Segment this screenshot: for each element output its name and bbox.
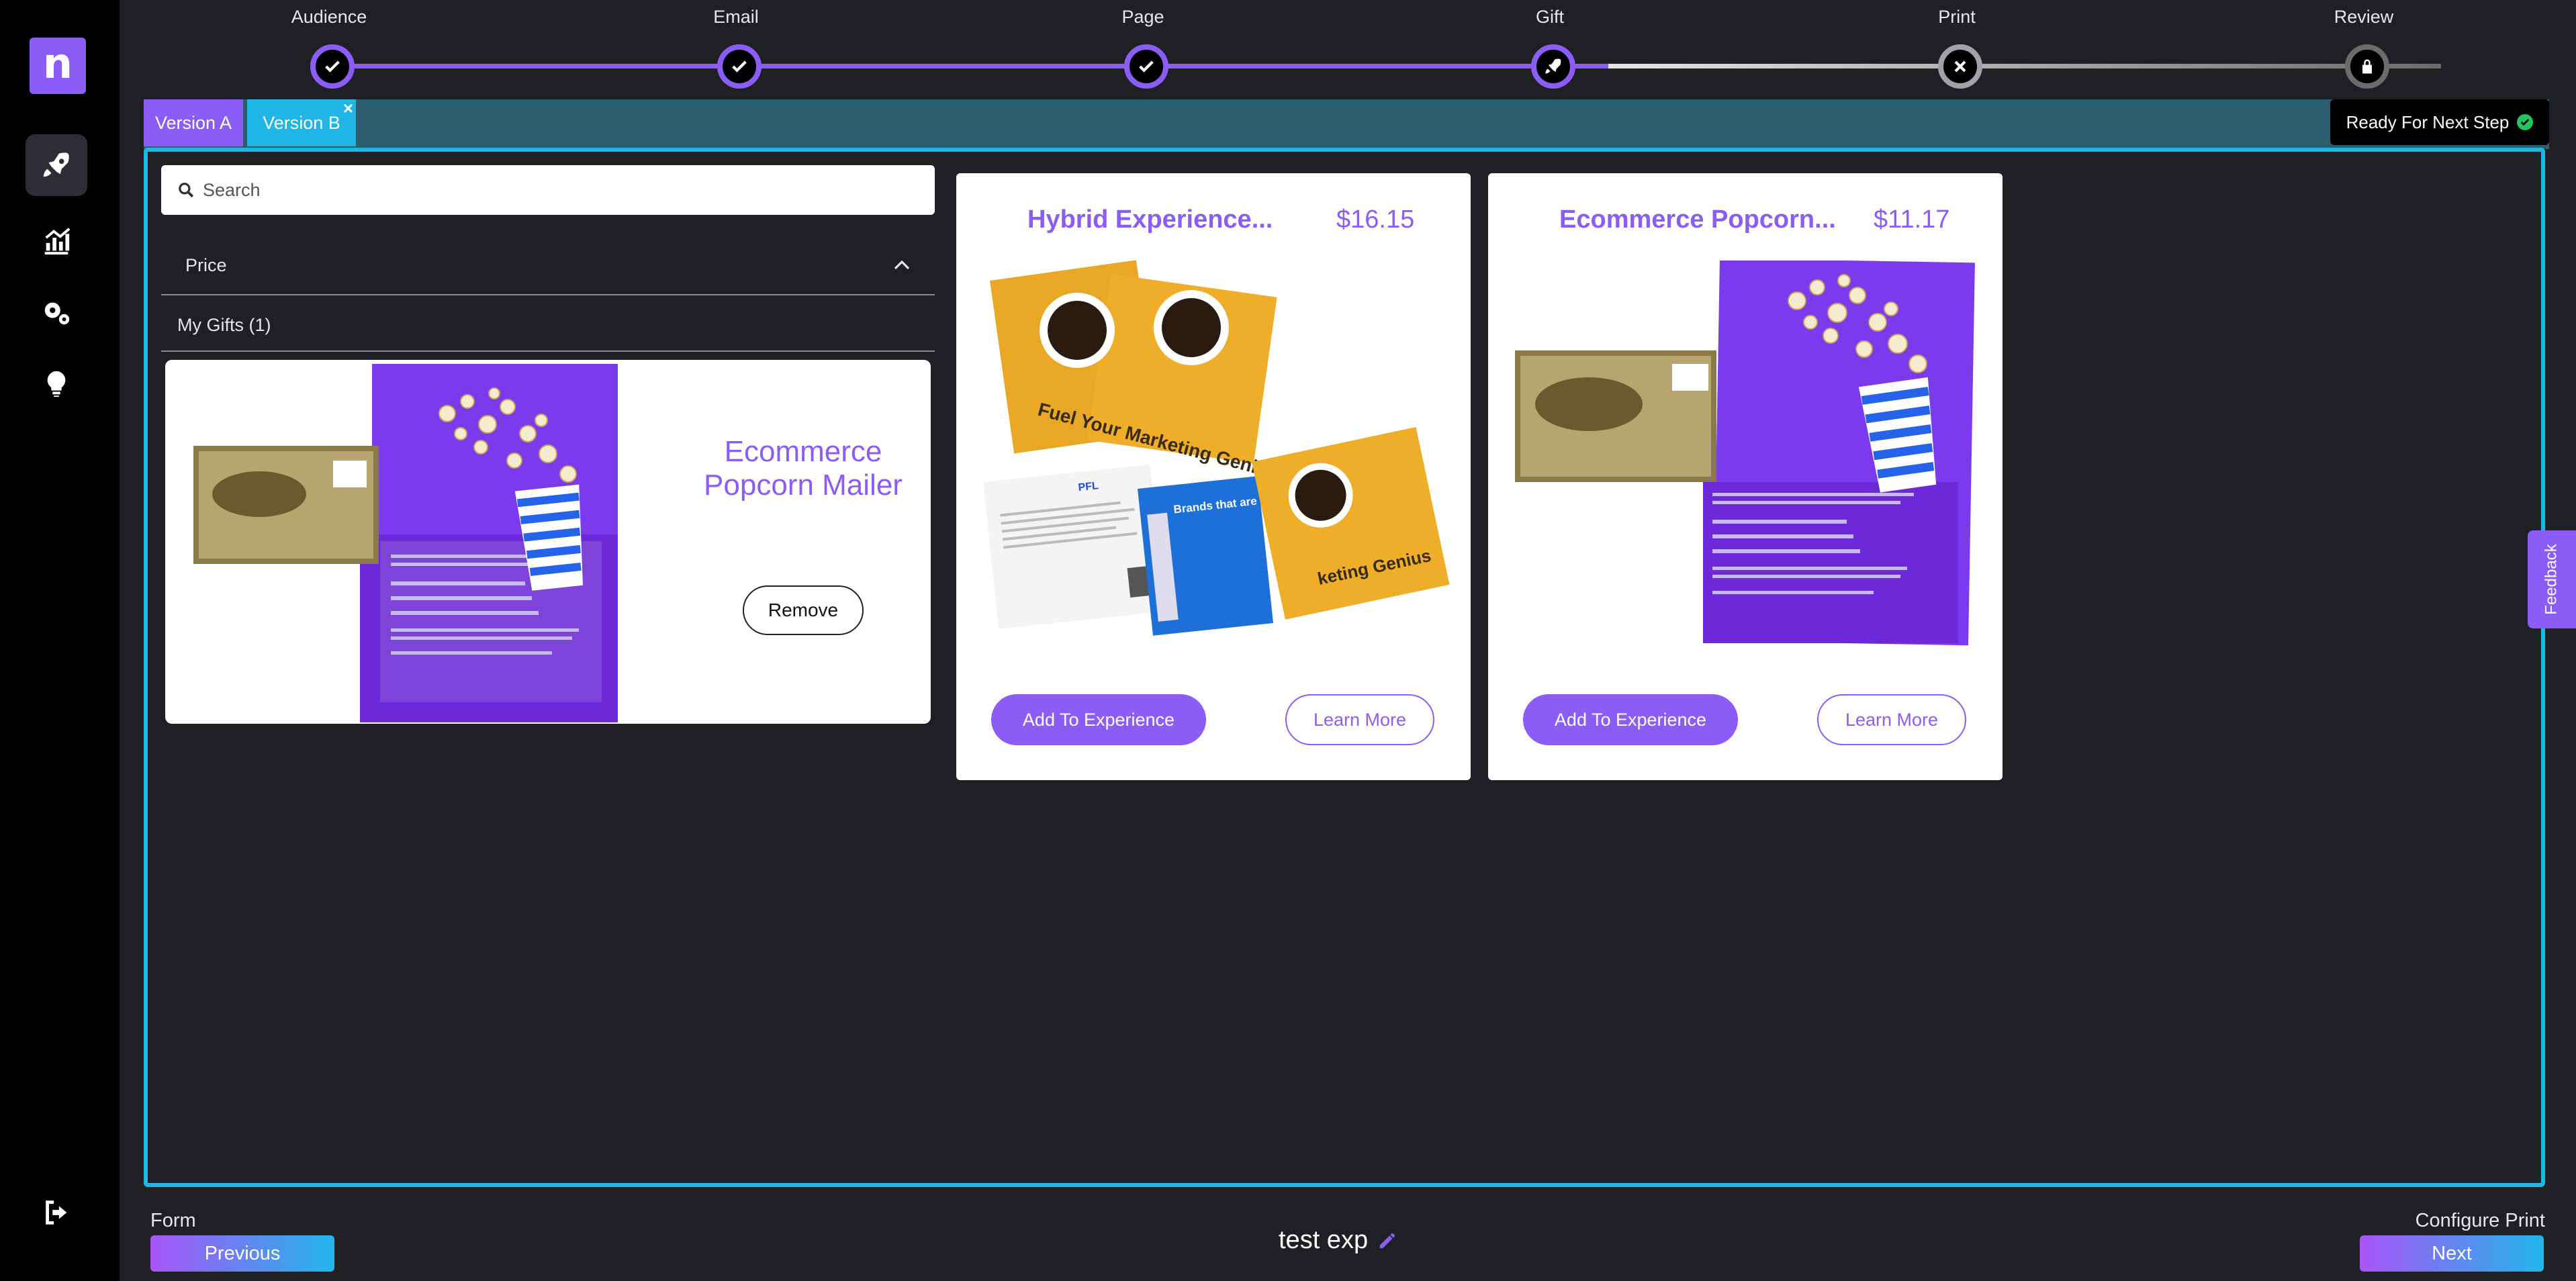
settings-icon: [44, 302, 70, 325]
selected-gift-card: Ecommerce Popcorn Mailer Remove: [165, 360, 931, 724]
sidebar-item-campaigns[interactable]: [26, 134, 87, 196]
check-circle-icon: [2517, 114, 2534, 130]
step-label-page: Page: [1121, 7, 1164, 27]
learn-more-button[interactable]: Learn More: [1817, 694, 1966, 745]
next-button[interactable]: Next: [2360, 1235, 2544, 1272]
sidebar-item-settings[interactable]: [26, 282, 87, 344]
hybrid-experience-image: Fuel Your Marketing Genius PFL Brands th…: [983, 260, 1450, 636]
tab-version-b[interactable]: Version B ×: [247, 99, 356, 146]
status-badge: Ready For Next Step: [2330, 99, 2549, 145]
step-line-complete: [332, 64, 1608, 68]
step-page[interactable]: [1124, 44, 1168, 89]
feedback-label: Feedback: [2542, 544, 2561, 615]
sidebar-item-ideas[interactable]: [26, 353, 87, 415]
step-email[interactable]: [717, 44, 762, 89]
check-icon: [1139, 60, 1154, 73]
tab-version-a[interactable]: Version A: [144, 99, 243, 146]
analytics-icon: [44, 228, 71, 255]
close-icon: [1954, 60, 1966, 73]
lock-icon: [2362, 59, 2372, 74]
step-label-gift: Gift: [1535, 7, 1564, 27]
popcorn-mailer-image: [1515, 260, 1975, 646]
add-to-experience-button[interactable]: Add To Experience: [991, 694, 1206, 745]
step-review[interactable]: [2345, 44, 2389, 89]
rocket-icon: [43, 152, 69, 177]
app-logo[interactable]: n: [30, 38, 86, 94]
selected-gift-title: Ecommerce Popcorn Mailer: [704, 435, 903, 502]
previous-button[interactable]: Previous: [150, 1235, 334, 1272]
search-box[interactable]: [161, 165, 935, 215]
product-title: Ecommerce Popcorn...: [1559, 205, 1836, 234]
sidebar: n: [0, 0, 120, 1281]
step-label-print: Print: [1938, 7, 1976, 27]
status-text: Ready For Next Step: [2346, 111, 2510, 132]
logout-icon: [46, 1200, 67, 1225]
search-icon: [179, 183, 194, 198]
learn-more-button[interactable]: Learn More: [1285, 694, 1434, 745]
my-gifts-label: My Gifts (1): [177, 314, 271, 335]
step-line-pending: [1608, 64, 2441, 68]
step-audience[interactable]: [310, 44, 355, 89]
logout-button[interactable]: [26, 1182, 87, 1243]
product-price: $16.15: [1336, 205, 1415, 234]
image-brand-text: PFL: [1078, 480, 1099, 493]
step-label-audience: Audience: [291, 7, 367, 27]
product-card[interactable]: Ecommerce Popcorn... $11.17 Add To Exper…: [1488, 173, 2003, 780]
search-input[interactable]: [201, 179, 909, 201]
progress-stepper: Audience Email Page Gift Print Review: [120, 0, 2576, 94]
price-filter-label: Price: [185, 254, 227, 275]
sidebar-item-analytics[interactable]: [26, 209, 87, 271]
step-label-email: Email: [713, 7, 759, 27]
pencil-icon[interactable]: [1377, 1231, 1397, 1251]
step-print[interactable]: [1938, 44, 1982, 89]
feedback-tab[interactable]: Feedback: [2528, 530, 2576, 628]
price-filter[interactable]: Price: [161, 236, 935, 295]
add-to-experience-button[interactable]: Add To Experience: [1523, 694, 1738, 745]
product-price: $11.17: [1874, 205, 1950, 234]
my-gifts-section[interactable]: My Gifts (1): [161, 299, 935, 352]
next-step-caption: Configure Print: [2415, 1210, 2545, 1231]
step-gift[interactable]: [1531, 44, 1575, 89]
experience-name[interactable]: test exp: [1279, 1226, 1397, 1255]
check-icon: [325, 60, 340, 73]
remove-button[interactable]: Remove: [743, 585, 864, 635]
check-icon: [732, 60, 747, 73]
experience-name-text: test exp: [1279, 1226, 1369, 1254]
step-label-review: Review: [2334, 7, 2394, 27]
previous-step-caption: Form: [150, 1210, 196, 1231]
close-tab-icon[interactable]: ×: [343, 99, 353, 117]
product-title: Hybrid Experience...: [1027, 205, 1273, 234]
logo-letter: n: [42, 39, 73, 88]
version-bar: [144, 99, 2549, 149]
chevron-up-icon[interactable]: [892, 255, 912, 275]
rocket-icon: [1545, 58, 1561, 74]
lightbulb-icon: [47, 371, 66, 397]
popcorn-mailer-image: [193, 364, 618, 722]
tab-version-b-label: Version B: [263, 112, 340, 133]
product-card[interactable]: Hybrid Experience... $16.15 Fuel Your Ma…: [956, 173, 1471, 780]
